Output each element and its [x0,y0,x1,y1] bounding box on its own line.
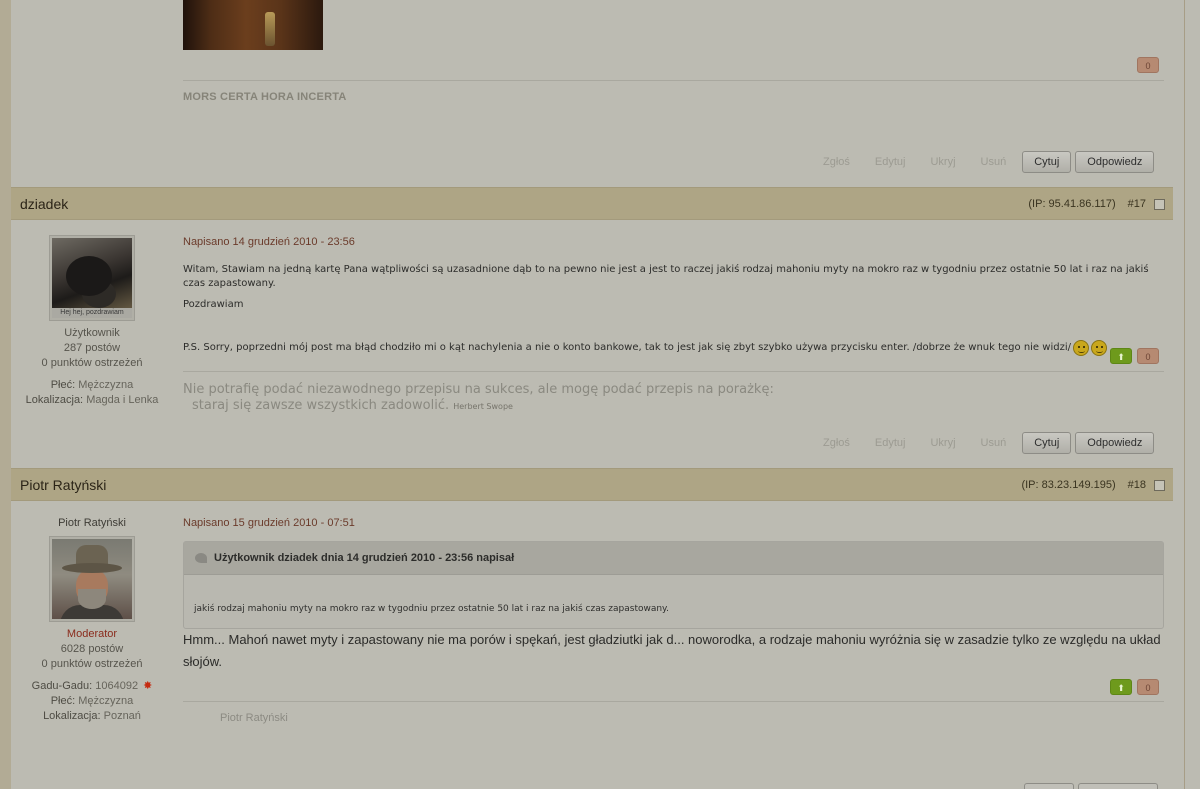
location-value: Poznań [103,710,141,722]
post-select-checkbox[interactable] [1154,479,1165,491]
post-select-checkbox[interactable] [1154,198,1165,210]
reply-button[interactable] [1078,783,1158,789]
quote-header: Użytkownik dziadek dnia 14 grudzień 2010… [184,542,1163,575]
post-date[interactable]: Napisano 14 grudzień 2010 - 23:56 [183,236,355,248]
scrollbar[interactable] [1184,0,1200,789]
quote-block: Użytkownik dziadek dnia 14 grudzień 2010… [183,541,1164,629]
smiley-icon [1090,340,1107,356]
vote-up-button[interactable]: ⬆ [1110,348,1132,364]
edit-link[interactable]: Edytuj [875,437,906,449]
avatar-caption: Hej hej, pozdrawiam [52,308,132,318]
location-row: Lokalizacja: Poznań [11,709,173,724]
post-text-line: Witam, Stawiam na jedną kartę Pana wątpl… [183,264,1149,289]
avatar[interactable] [49,536,135,622]
post-number[interactable]: #18 [1128,479,1146,491]
post-count: 6028 postów [60,643,124,655]
post-text-line: P.S. Sorry, poprzedni mój post ma błąd c… [183,342,1071,353]
gender-label: Płeć: [50,695,76,707]
post-header: dziadek (IP: 95.41.86.117) #17 [11,187,1173,220]
warning-points: 0 punktów ostrzeżeń [41,357,143,369]
post-count: 287 postów [63,342,121,354]
avatar-beard [78,589,106,609]
location-row: Lokalizacja: Magda i Lenka [11,393,173,408]
post-actions: Zgłoś Edytuj Ukryj Usuń Cytuj Odpowiedz [823,151,1158,173]
vote-up-button[interactable]: ⬆ [1110,679,1132,695]
post-number[interactable]: #17 [1128,198,1146,210]
signature-author: Herbert Swope [453,402,513,411]
ip-address: (IP: 83.23.149.195) [1021,479,1116,491]
location-value: Magda i Lenka [86,394,159,406]
avatar-image [52,539,132,619]
user-role: Moderator [66,628,118,640]
post-author-name[interactable]: Piotr Ratyński [20,477,106,493]
forum-page: 0 MORS CERTA HORA INCERTA Zgłoś Edytuj U… [0,0,1184,789]
location-label: Lokalizacja: [43,710,101,722]
reply-button[interactable]: Odpowiedz [1075,151,1155,173]
gadu-gadu-row: Gadu-Gadu: 1064092 ✸ [11,679,173,694]
quote-header-text[interactable]: Użytkownik dziadek dnia 14 grudzień 2010… [214,552,514,564]
post-text-ps: P.S. Sorry, poprzedni mój post ma błąd c… [183,340,1163,356]
reply-button[interactable]: Odpowiedz [1075,432,1155,454]
gadu-gadu-label: Gadu-Gadu: [31,680,93,692]
vote-down-button[interactable]: 0 [1137,679,1159,695]
signature-line-2: staraj się zawsze wszystkich zadowolić. … [183,398,774,415]
post-author-name[interactable]: dziadek [20,196,68,212]
smiley-icon [1072,340,1089,356]
author-info: Piotr Ratyński Moderator 6028 postów 0 p… [11,516,173,724]
quote-button[interactable]: Cytuj [1022,432,1072,454]
gender-value: Mężczyzna [78,695,134,707]
post-image [183,0,323,50]
warning-points: 0 punktów ostrzeżeń [41,658,143,670]
post-date[interactable]: Napisano 15 grudzień 2010 - 07:51 [183,517,355,529]
report-link[interactable]: Zgłoś [823,156,850,168]
post-actions: Zgłoś Edytuj Ukryj Usuń Cytuj Odpowiedz [823,432,1158,454]
location-label: Lokalizacja: [25,394,84,406]
signature-divider [183,80,1164,81]
signature: Nie potrafię podać niezawodnego przepisu… [183,382,774,415]
edit-link[interactable]: Edytuj [875,156,906,168]
vote-down-button[interactable]: 0 [1137,348,1159,364]
quote-icon [195,553,207,563]
avatar[interactable]: Hej hej, pozdrawiam [49,235,135,321]
avatar-image: Hej hej, pozdrawiam [52,238,132,318]
signature-divider [183,701,1164,702]
signature-line: staraj się zawsze wszystkich zadowolić. [192,398,450,413]
avatar-hat [62,545,122,575]
gender-label: Płeć: [50,379,76,391]
quote-text: jakiś rodzaj mahoniu myty na mokro raz w… [194,604,669,614]
delete-link[interactable]: Usuń [981,437,1007,449]
quote-button[interactable]: Cytuj [1022,151,1072,173]
report-link[interactable]: Zgłoś [823,437,850,449]
hide-link[interactable]: Ukryj [930,437,955,449]
post-actions-partial [1024,783,1164,789]
previous-post: 0 MORS CERTA HORA INCERTA Zgłoś Edytuj U… [11,0,1184,187]
gender-row: Płeć: Mężczyzna [11,694,173,709]
user-role: Użytkownik [64,327,120,339]
gadu-gadu-status-icon[interactable]: ✸ [143,679,152,694]
signature: MORS CERTA HORA INCERTA [183,91,347,103]
post-body: Witam, Stawiam na jedną kartę Pana wątpl… [183,263,1163,356]
author-sidebar-name[interactable]: Piotr Ratyński [11,516,173,531]
signature: Piotr Ratyński [220,712,288,724]
gender-row: Płeć: Mężczyzna [11,378,173,393]
gender-value: Mężczyzna [78,379,134,391]
delete-link[interactable]: Usuń [981,156,1007,168]
vote-down-button[interactable]: 0 [1137,57,1159,73]
signature-divider [183,371,1164,372]
hide-link[interactable]: Ukryj [930,156,955,168]
signature-line: Nie potrafię podać niezawodnego przepisu… [183,382,774,397]
post-text: Hmm... Mahoń nawet myty i zapastowany ni… [183,632,1161,669]
quote-button[interactable] [1024,783,1074,789]
ip-address: (IP: 95.41.86.117) [1028,198,1116,210]
post-meta: (IP: 95.41.86.117) #17 [1028,198,1165,210]
author-info: Hej hej, pozdrawiam Użytkownik 287 postó… [11,235,173,408]
gadu-gadu-value[interactable]: 1064092 [95,680,138,692]
post-header: Piotr Ratyński (IP: 83.23.149.195) #18 [11,468,1173,501]
post-text-line: Pozdrawiam [183,299,244,310]
post-meta: (IP: 83.23.149.195) #18 [1021,479,1165,491]
